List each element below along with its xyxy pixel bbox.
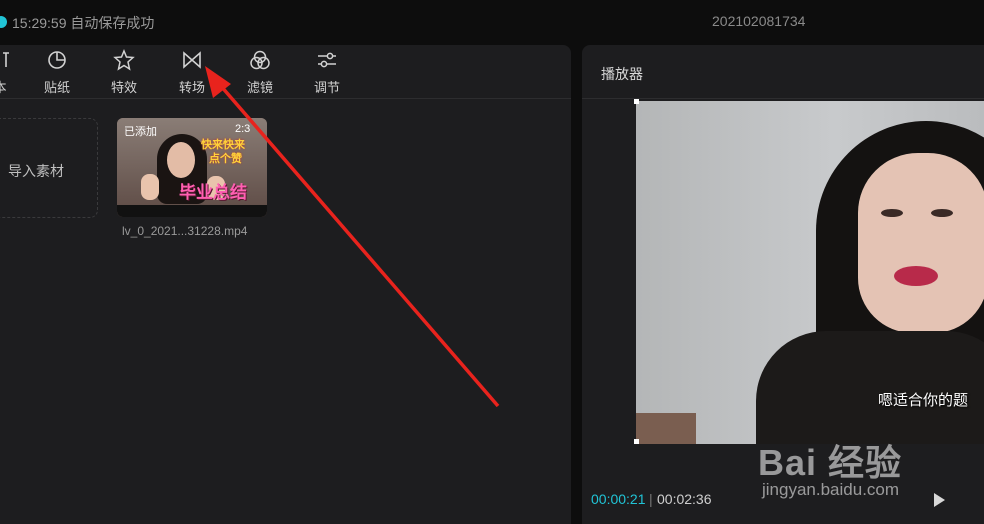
tool-transition[interactable]: 转场 <box>167 49 217 97</box>
save-status-text: 15:29:59 自动保存成功 <box>12 15 155 31</box>
media-panel: 本 贴纸 特效 转场 滤镜 调节 导入素材 已添加 2:3 <box>0 45 571 524</box>
project-title: 202102081734 <box>712 13 806 29</box>
tool-sticker[interactable]: 贴纸 <box>32 49 82 97</box>
tool-effects-label: 特效 <box>110 80 137 95</box>
asset-toolbar: 本 贴纸 特效 转场 滤镜 调节 <box>0 45 571 99</box>
tool-adjust[interactable]: 调节 <box>302 49 352 97</box>
tool-sticker-label: 贴纸 <box>43 80 70 95</box>
tool-effects[interactable]: 特效 <box>99 49 149 97</box>
tool-filter-label: 滤镜 <box>246 80 273 95</box>
total-time: 00:02:36 <box>657 491 712 507</box>
player-title: 播放器 <box>601 66 643 82</box>
sticker-icon <box>48 51 66 69</box>
media-file-name: lv_0_2021...31228.mp4 <box>122 224 248 238</box>
added-badge: 已添加 <box>124 126 157 138</box>
crop-handle[interactable] <box>634 439 639 444</box>
partial-icon <box>3 52 9 67</box>
tool-transition-label: 转场 <box>178 80 205 95</box>
divider <box>582 98 984 99</box>
adjust-sliders-icon <box>318 52 336 68</box>
clip-overlay-main: 毕业总结 <box>179 183 247 202</box>
filter-icon <box>250 50 270 70</box>
clip-overlay-line2: 点个赞 <box>209 153 242 165</box>
play-icon[interactable] <box>934 493 945 507</box>
clip-duration: 2:3 <box>235 123 251 135</box>
crop-handle[interactable] <box>634 99 639 104</box>
time-separator: | <box>649 491 653 507</box>
tool-text-label: 本 <box>0 77 25 96</box>
save-status-icon <box>0 16 7 28</box>
video-preview[interactable]: 嗯适合你的题 <box>636 101 984 444</box>
import-media-label: 导入素材 <box>8 163 64 179</box>
transition-icon <box>183 51 201 69</box>
tool-text[interactable]: 本 <box>0 49 25 97</box>
current-time: 00:00:21 <box>591 491 646 507</box>
media-clip-thumbnail[interactable]: 已添加 2:3 快来快来 点个赞 毕业总结 <box>117 118 267 217</box>
video-subtitle: 嗯适合你的题 <box>878 392 969 409</box>
tool-filter[interactable]: 滤镜 <box>235 49 285 97</box>
player-panel: 播放器 嗯适合你的题 00:00:21 | 00:02:36 <box>582 45 984 524</box>
top-bar: 15:29:59 自动保存成功 202102081734 <box>0 0 984 44</box>
tool-adjust-label: 调节 <box>313 80 340 95</box>
effects-star-icon <box>113 49 135 71</box>
